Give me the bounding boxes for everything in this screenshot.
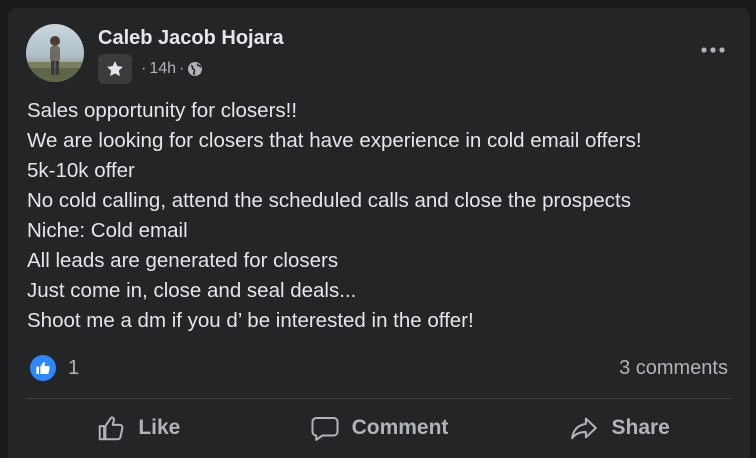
divider — [26, 398, 732, 399]
share-arrow-icon — [571, 417, 598, 440]
comment-bubble-icon — [311, 417, 339, 441]
like-reaction-icon — [30, 355, 56, 381]
post-body-line: Just come in, close and seal deals... — [27, 279, 357, 302]
author-name[interactable]: Caleb Jacob Hojara — [98, 27, 284, 50]
share-button-label: Share — [611, 416, 670, 439]
share-button[interactable]: Share — [499, 406, 740, 450]
profile-photo-image — [26, 36, 84, 82]
post-body-line: Niche: Cold email — [27, 219, 188, 242]
like-button-label: Like — [138, 416, 181, 439]
reactions-summary[interactable]: 1 — [30, 355, 79, 381]
thumbs-up-icon — [99, 416, 124, 441]
post-card: Caleb Jacob Hojara · 14h · Sales opportu… — [8, 8, 750, 458]
more-dots-icon — [701, 47, 725, 53]
reaction-count: 1 — [68, 356, 80, 379]
post-meta: · 14h · — [98, 54, 203, 84]
post-body-line: We are looking for closers that have exp… — [27, 129, 642, 152]
post-body-line: All leads are generated for closers — [27, 249, 339, 272]
post-body-line: 5k-10k offer — [27, 159, 135, 182]
like-button[interactable]: Like — [18, 406, 259, 450]
post-body-line: Shoot me a dm if you d’ be interested in… — [27, 309, 474, 332]
post-body-line: No cold calling, attend the scheduled ca… — [27, 189, 631, 212]
comment-button-label: Comment — [351, 416, 449, 439]
post-actions-bar: Like Comment Share — [18, 406, 740, 450]
globe-icon[interactable] — [187, 61, 203, 77]
star-icon[interactable] — [98, 54, 132, 84]
comments-count-link[interactable]: 3 comments — [619, 357, 728, 380]
meta-separator: · — [141, 60, 147, 77]
post-body: Sales opportunity for closers!! We are l… — [27, 96, 737, 336]
avatar[interactable] — [26, 24, 84, 82]
post-stats: 1 3 comments — [30, 352, 728, 384]
meta-separator: · — [179, 60, 185, 77]
more-options-button[interactable] — [698, 38, 728, 62]
comment-button[interactable]: Comment — [259, 406, 500, 450]
post-body-line: Sales opportunity for closers!! — [27, 99, 298, 122]
post-timestamp[interactable]: 14h — [149, 60, 176, 78]
